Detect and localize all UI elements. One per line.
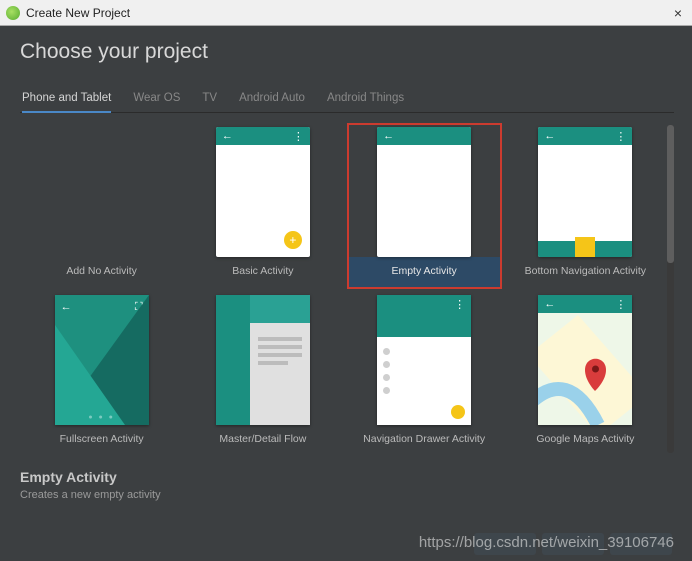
template-navigation-drawer[interactable]: ⋮ Navigation Drawer Activity: [347, 291, 502, 457]
selected-template-desc: Creates a new empty activity: [20, 489, 672, 501]
template-basic-activity[interactable]: ← ⋮ + Basic Activity: [185, 123, 340, 289]
scrollbar[interactable]: [667, 125, 674, 453]
tab-android-things[interactable]: Android Things: [327, 86, 404, 112]
back-arrow-icon: ←: [222, 130, 233, 142]
tab-wear-os[interactable]: Wear OS: [133, 86, 180, 112]
template-label: Fullscreen Activity: [26, 425, 177, 455]
page-dots-icon: ● ● ●: [88, 414, 115, 421]
template-label: Google Maps Activity: [510, 425, 661, 455]
footer-info: Empty Activity Creates a new empty activ…: [0, 465, 692, 513]
template-label: Bottom Navigation Activity: [510, 257, 661, 287]
previous-button[interactable]: [474, 533, 536, 555]
overflow-icon: ⋮: [293, 130, 304, 143]
back-arrow-icon: ←: [383, 130, 394, 142]
template-label: Master/Detail Flow: [187, 425, 338, 455]
map-icon: [538, 295, 632, 425]
template-bottom-navigation[interactable]: ← ⋮ Bottom Navigation Activity: [508, 123, 663, 289]
titlebar: Create New Project ×: [0, 0, 692, 26]
overflow-icon: ⋮: [454, 298, 465, 311]
tab-android-auto[interactable]: Android Auto: [239, 86, 305, 112]
overflow-icon: ⋮: [615, 298, 626, 311]
app-icon: [6, 6, 20, 20]
cancel-button[interactable]: [610, 533, 672, 555]
template-label: Navigation Drawer Activity: [349, 425, 500, 455]
back-arrow-icon: ←: [544, 298, 555, 310]
template-master-detail[interactable]: Master/Detail Flow: [185, 291, 340, 457]
fab-icon: +: [284, 231, 302, 249]
close-icon[interactable]: ×: [670, 5, 686, 21]
template-label: Basic Activity: [187, 257, 338, 287]
selected-template-title: Empty Activity: [20, 469, 672, 485]
tabs: Phone and Tablet Wear OS TV Android Auto…: [20, 86, 674, 113]
overflow-icon: ⋮: [615, 130, 626, 143]
back-arrow-icon: ←: [544, 130, 555, 142]
fab-icon: [451, 405, 465, 419]
template-fullscreen[interactable]: ← ⛶ ● ● ● Fullscreen Activity: [24, 291, 179, 457]
wizard-buttons: [474, 533, 672, 555]
template-label: Add No Activity: [26, 257, 177, 287]
template-empty-activity[interactable]: ← Empty Activity: [347, 123, 502, 289]
tab-phone-tablet[interactable]: Phone and Tablet: [22, 86, 111, 112]
template-add-no-activity[interactable]: Add No Activity: [24, 123, 179, 289]
next-button[interactable]: [542, 533, 604, 555]
tab-tv[interactable]: TV: [202, 86, 217, 112]
template-label: Empty Activity: [349, 257, 500, 287]
window-title: Create New Project: [26, 6, 670, 20]
template-google-maps[interactable]: ← ⋮ Google Maps Activity: [508, 291, 663, 457]
page-title: Choose your project: [20, 40, 674, 64]
template-grid: Add No Activity ← ⋮ + Basic Activity ← Em…: [20, 113, 667, 465]
